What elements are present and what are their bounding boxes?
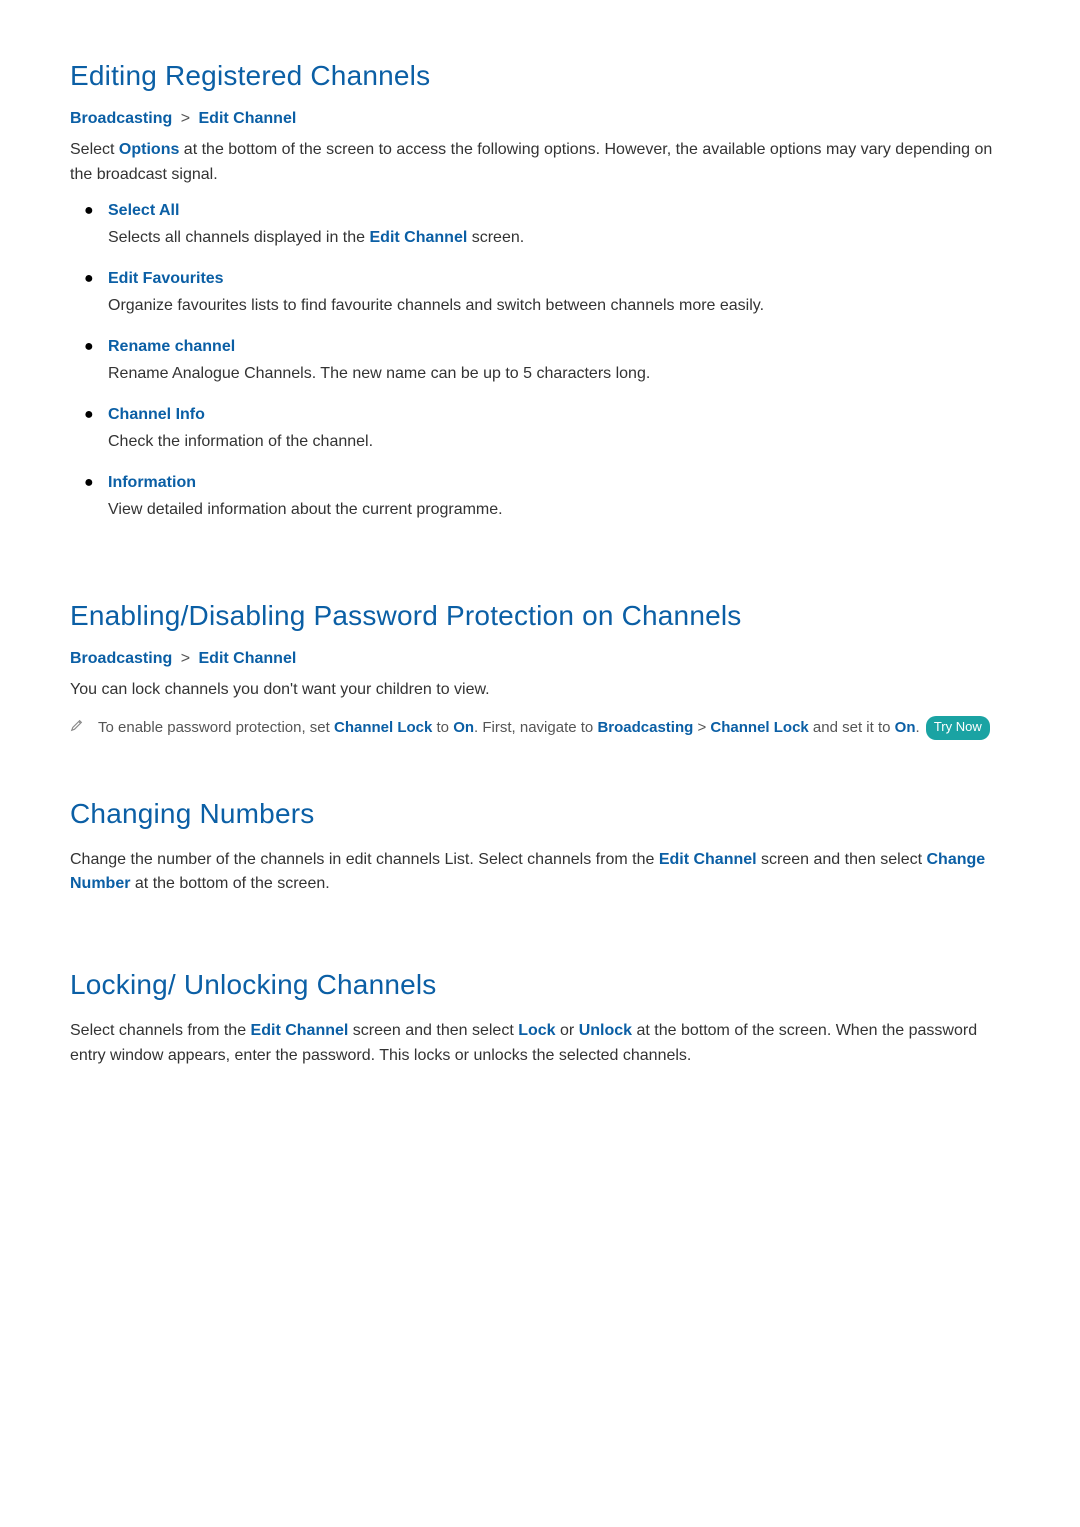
text: >	[693, 719, 710, 736]
text: or	[556, 1022, 579, 1039]
heading-password-protection: Enabling/Disabling Password Protection o…	[70, 600, 1010, 632]
keyword-broadcasting: Broadcasting	[597, 719, 693, 736]
body-text: Change the number of the channels in edi…	[70, 848, 1010, 898]
keyword-channel-lock: Channel Lock	[710, 719, 808, 736]
option-name-information: Information	[108, 474, 196, 492]
breadcrumb: Broadcasting > Edit Channel	[70, 650, 1010, 668]
breadcrumb-part: Edit Channel	[199, 110, 297, 127]
list-item: ● Information View detailed information …	[70, 474, 1010, 522]
breadcrumb-part: Edit Channel	[199, 650, 297, 667]
breadcrumb-part: Broadcasting	[70, 650, 172, 667]
text: Select channels from the	[70, 1022, 251, 1039]
breadcrumb-separator: >	[177, 110, 194, 127]
keyword-unlock: Unlock	[579, 1022, 632, 1039]
text: .	[916, 719, 924, 736]
breadcrumb-separator: >	[177, 650, 194, 667]
text: . First, navigate to	[474, 719, 597, 736]
bullet-icon: ●	[70, 406, 108, 424]
note-text: To enable password protection, set Chann…	[98, 716, 1010, 739]
intro-text: Select Options at the bottom of the scre…	[70, 138, 1010, 188]
body-text: Select channels from the Edit Channel sc…	[70, 1019, 1010, 1069]
option-desc: View detailed information about the curr…	[108, 498, 1010, 522]
list-item: ● Select All Selects all channels displa…	[70, 202, 1010, 250]
options-list: ● Select All Selects all channels displa…	[70, 202, 1010, 522]
option-name-channel-info: Channel Info	[108, 406, 205, 424]
list-item: ● Edit Favourites Organize favourites li…	[70, 270, 1010, 318]
keyword-edit-channel: Edit Channel	[659, 851, 757, 868]
heading-changing-numbers: Changing Numbers	[70, 798, 1010, 830]
heading-editing-registered-channels: Editing Registered Channels	[70, 60, 1010, 92]
pencil-icon	[70, 716, 98, 739]
text: screen and then select	[348, 1022, 518, 1039]
text: Selects all channels displayed in the	[108, 229, 370, 246]
text: Change the number of the channels in edi…	[70, 851, 659, 868]
text: To enable password protection, set	[98, 719, 334, 736]
option-desc: Organize favourites lists to find favour…	[108, 294, 1010, 318]
option-desc: Rename Analogue Channels. The new name c…	[108, 362, 1010, 386]
list-item: ● Rename channel Rename Analogue Channel…	[70, 338, 1010, 386]
body-text: You can lock channels you don't want you…	[70, 678, 1010, 703]
keyword-edit-channel: Edit Channel	[370, 229, 468, 246]
keyword-lock: Lock	[518, 1022, 555, 1039]
note: To enable password protection, set Chann…	[70, 716, 1010, 739]
keyword-on: On	[453, 719, 474, 736]
bullet-icon: ●	[70, 474, 108, 492]
breadcrumb-part: Broadcasting	[70, 110, 172, 127]
page-content: Editing Registered Channels Broadcasting…	[0, 0, 1080, 1143]
option-name-edit-favourites: Edit Favourites	[108, 270, 224, 288]
text: at the bottom of the screen.	[130, 875, 329, 892]
text: Select	[70, 141, 119, 158]
bullet-icon: ●	[70, 202, 108, 220]
text: to	[432, 719, 453, 736]
keyword-options: Options	[119, 141, 179, 158]
heading-locking-unlocking: Locking/ Unlocking Channels	[70, 969, 1010, 1001]
text: screen.	[467, 229, 524, 246]
try-now-button[interactable]: Try Now	[926, 716, 990, 739]
option-desc: Selects all channels displayed in the Ed…	[108, 226, 1010, 250]
keyword-edit-channel: Edit Channel	[251, 1022, 349, 1039]
breadcrumb: Broadcasting > Edit Channel	[70, 110, 1010, 128]
list-item: ● Channel Info Check the information of …	[70, 406, 1010, 454]
option-name-select-all: Select All	[108, 202, 179, 220]
option-name-rename-channel: Rename channel	[108, 338, 235, 356]
bullet-icon: ●	[70, 338, 108, 356]
option-desc: Check the information of the channel.	[108, 430, 1010, 454]
text: screen and then select	[757, 851, 927, 868]
keyword-on: On	[895, 719, 916, 736]
text: and set it to	[809, 719, 895, 736]
keyword-channel-lock: Channel Lock	[334, 719, 432, 736]
bullet-icon: ●	[70, 270, 108, 288]
text: at the bottom of the screen to access th…	[70, 141, 992, 183]
